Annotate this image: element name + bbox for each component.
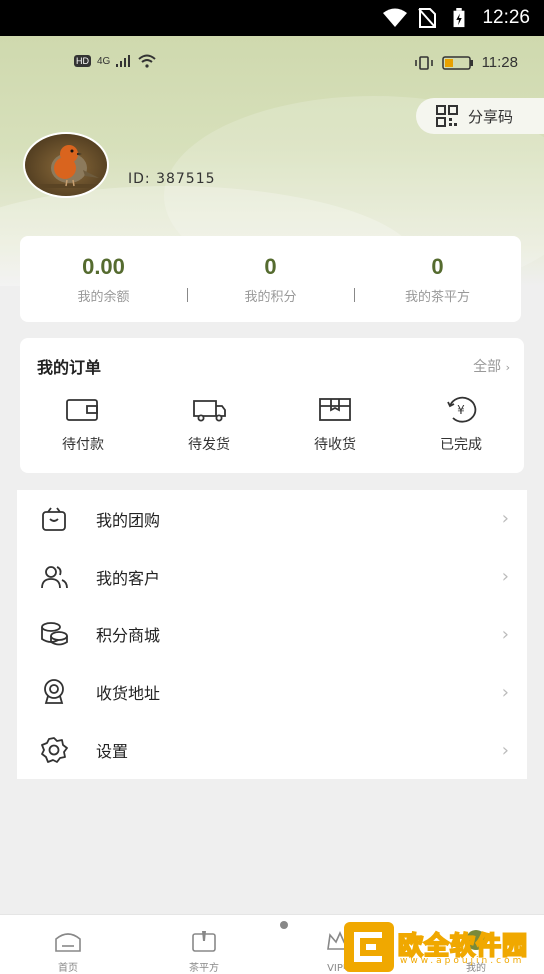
order-item-label: 已完成	[440, 437, 482, 453]
no-sim-icon	[418, 8, 436, 28]
svg-text:¥: ¥	[457, 403, 465, 417]
stat-value: 0.00	[82, 253, 125, 279]
avatar[interactable]	[23, 132, 109, 198]
stat-label: 我的余额	[77, 289, 130, 305]
order-pending-payment[interactable]: 待付款	[20, 396, 146, 454]
chevron-right-icon: ›	[501, 681, 509, 703]
stat-value: 0	[264, 253, 277, 279]
nav-tea-square[interactable]: 茶平方	[136, 915, 272, 974]
nav-label: 茶平方	[189, 963, 219, 974]
users-icon	[41, 565, 68, 588]
stat-label: 我的茶平方	[404, 289, 470, 305]
menu-item-label: 积分商城	[96, 626, 161, 646]
battery-charging-icon	[453, 8, 465, 28]
gear-icon	[41, 737, 68, 763]
network-label: 4G	[97, 55, 111, 67]
wifi-icon	[383, 8, 407, 27]
share-code-label: 分享码	[468, 107, 514, 126]
menu-item-address[interactable]: 收货地址 ›	[17, 663, 527, 721]
shopping-bag-icon	[42, 507, 66, 531]
status-time: 12:26	[482, 7, 530, 28]
stat-tea-square[interactable]: 0 我的茶平方	[354, 254, 521, 305]
stats-card: 0.00 我的余额 0 我的积分 0 我的茶平方	[20, 236, 521, 322]
inner-time: 11:28	[481, 54, 518, 71]
order-pending-shipment[interactable]: 待发货	[146, 396, 272, 454]
order-item-label: 待付款	[62, 437, 104, 453]
chevron-right-icon: ›	[501, 566, 509, 588]
order-pending-receipt[interactable]: 待收货	[272, 396, 398, 454]
signal-icon	[116, 55, 131, 67]
location-icon	[44, 679, 64, 705]
share-code-button[interactable]: 分享码	[416, 98, 544, 134]
nav-label: 首页	[58, 963, 78, 974]
truck-icon	[193, 400, 226, 422]
status-bar: 12:26	[0, 0, 544, 36]
order-item-label: 待发货	[188, 437, 230, 453]
nav-indicator-dot	[280, 921, 288, 929]
hd-badge: HD	[74, 55, 91, 67]
wallet-icon	[66, 399, 98, 421]
menu-item-label: 我的客户	[96, 568, 161, 588]
home-icon	[55, 933, 81, 952]
orders-all-link[interactable]: 全部 ›	[473, 356, 510, 376]
orders-all-label: 全部	[473, 359, 502, 375]
tea-bag-icon	[192, 931, 216, 952]
menu-item-settings[interactable]: 设置 ›	[17, 721, 527, 779]
user-id: ID: 387515	[128, 171, 216, 187]
inner-status-bar: HD 4G 11:28	[0, 54, 544, 74]
nav-home[interactable]: 首页	[0, 915, 136, 974]
menu-item-label: 我的团购	[96, 510, 161, 530]
menu-item-group-buy[interactable]: 我的团购 ›	[17, 490, 527, 548]
menu-item-label: 设置	[96, 742, 129, 762]
menu-item-customers[interactable]: 我的客户 ›	[17, 548, 527, 606]
order-item-label: 待收货	[314, 437, 356, 453]
yen-coin-icon: ¥	[447, 396, 477, 423]
watermark-sub: www.apoujin.com	[400, 956, 525, 966]
chevron-right-icon: ›	[501, 623, 509, 645]
qr-code-icon	[436, 105, 458, 127]
wifi-icon	[138, 54, 157, 68]
menu-item-points-mall[interactable]: 积分商城 ›	[17, 606, 527, 664]
battery-icon	[441, 55, 473, 70]
watermark-logo: 欧全软件园 www.apoujin.com	[344, 920, 540, 972]
stat-points[interactable]: 0 我的积分	[187, 254, 354, 305]
stat-balance[interactable]: 0.00 我的余额	[20, 254, 187, 305]
chevron-right-icon: ›	[501, 739, 509, 761]
chevron-right-icon: ›	[505, 361, 510, 374]
orders-title: 我的订单	[37, 358, 102, 377]
orders-card: 我的订单 全部 › 待付款 待发货 待收货 ¥ 已完成	[20, 338, 524, 473]
stat-value: 0	[431, 253, 444, 279]
vibrate-icon	[414, 55, 433, 70]
order-completed[interactable]: ¥ 已完成	[398, 396, 524, 454]
stat-label: 我的积分	[244, 289, 297, 305]
package-icon	[319, 398, 351, 421]
coins-icon	[41, 622, 68, 646]
chevron-right-icon: ›	[501, 508, 509, 530]
menu-item-label: 收货地址	[96, 684, 161, 704]
menu-list: 我的团购 › 我的客户 › 积分商城 › 收货地址 › 设置 ›	[17, 490, 527, 779]
